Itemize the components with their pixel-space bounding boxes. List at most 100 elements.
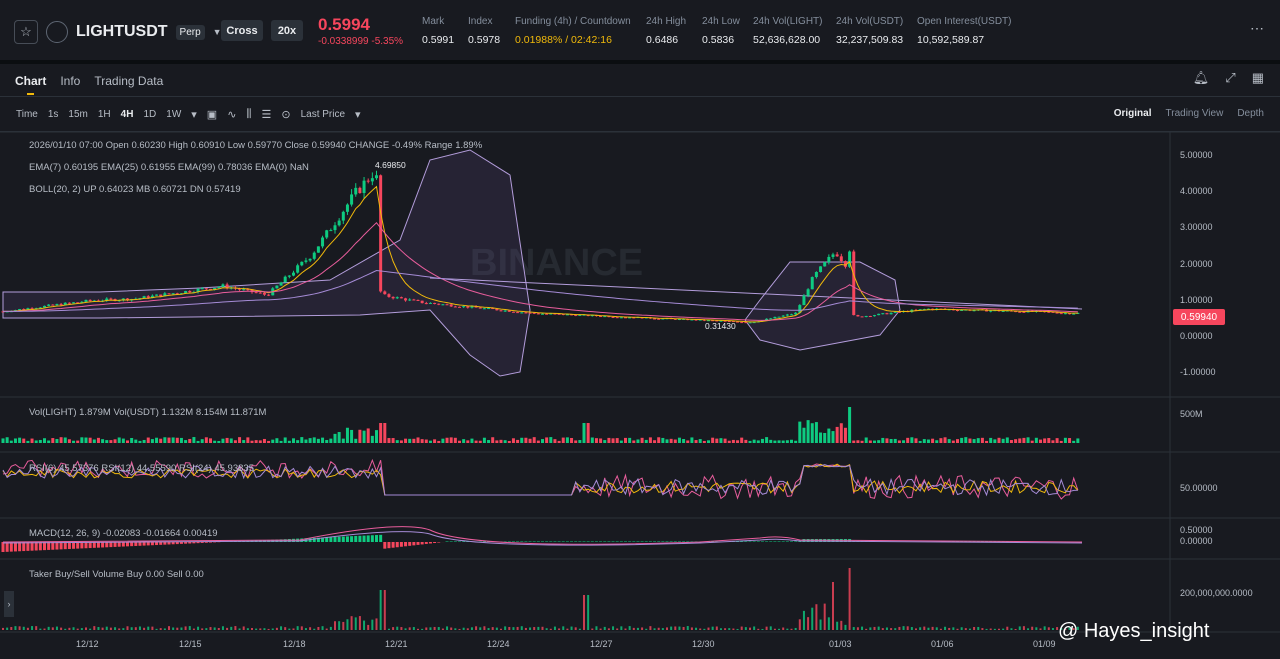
macd-histogram-bar bbox=[383, 542, 387, 549]
taker-volume-bar bbox=[782, 627, 785, 630]
macd-histogram-bar bbox=[453, 541, 457, 542]
macd-histogram-bar bbox=[329, 537, 333, 542]
taker-volume-bar bbox=[599, 628, 602, 630]
taker-volume-bar bbox=[221, 626, 224, 630]
candle-body bbox=[200, 288, 204, 290]
taker-volume-bar bbox=[1022, 626, 1025, 630]
volume-bar bbox=[146, 437, 150, 443]
volume-bar bbox=[648, 437, 652, 443]
taker-volume-bar bbox=[1047, 627, 1050, 630]
volume-bar bbox=[404, 438, 408, 443]
volume-bar bbox=[117, 437, 121, 443]
volume-bar bbox=[931, 438, 935, 443]
volume-bar bbox=[1005, 437, 1009, 443]
candle-body bbox=[877, 313, 881, 316]
taker-volume-bar bbox=[209, 627, 212, 630]
taker-volume-bar bbox=[894, 628, 897, 630]
taker-volume-bar bbox=[101, 627, 104, 630]
taker-volume-bar bbox=[757, 628, 760, 630]
taker-volume-bar bbox=[180, 627, 183, 630]
volume-bar bbox=[428, 440, 432, 443]
candle-body bbox=[275, 285, 279, 289]
macd-histogram-bar bbox=[404, 542, 408, 547]
taker-volume-bar bbox=[869, 627, 872, 630]
candle-body bbox=[354, 187, 358, 195]
volume-bar bbox=[603, 440, 607, 443]
volume-bar bbox=[399, 440, 403, 443]
price-axis-label: 3.00000 bbox=[1180, 222, 1213, 232]
taker-volume-bar bbox=[441, 628, 444, 630]
macd-histogram-bar bbox=[482, 541, 486, 542]
volume-bar bbox=[698, 439, 702, 443]
taker-volume-bar bbox=[728, 628, 731, 630]
taker-volume-bar bbox=[649, 626, 652, 630]
macd-histogram-bar bbox=[387, 542, 391, 549]
taker-volume-bar bbox=[1018, 626, 1021, 630]
macd-histogram-bar bbox=[673, 541, 677, 542]
volume-bar bbox=[594, 438, 598, 443]
candle-body bbox=[790, 314, 793, 316]
expand-pane-arrow-icon[interactable]: › bbox=[4, 591, 14, 617]
ema-legend: EMA(7) 0.60195 EMA(25) 0.61955 EMA(99) 0… bbox=[29, 162, 309, 173]
volume-bar bbox=[798, 421, 802, 443]
taker-volume-bar bbox=[628, 626, 631, 630]
taker-volume-bar bbox=[114, 627, 117, 630]
taker-volume-bar bbox=[620, 626, 623, 630]
candle-body bbox=[769, 318, 773, 320]
candle-body bbox=[437, 303, 441, 305]
taker-volume-bar bbox=[653, 628, 656, 630]
taker-volume-bar bbox=[267, 628, 270, 630]
rsi-legend: RSI(6) 45.57376 RSI(12) 44.55590 RSI(24)… bbox=[29, 463, 254, 474]
taker-volume-bar bbox=[400, 627, 403, 630]
volume-bar bbox=[802, 427, 806, 443]
time-axis-label: 12/30 bbox=[692, 639, 715, 649]
taker-volume-bar bbox=[317, 626, 320, 630]
candle-body bbox=[773, 316, 777, 319]
taker-volume-bar bbox=[230, 626, 233, 630]
candle-body bbox=[545, 313, 549, 315]
taker-volume-bar bbox=[873, 626, 876, 630]
candle-body bbox=[1059, 313, 1063, 315]
candle-body bbox=[503, 310, 507, 312]
volume-bar bbox=[926, 439, 930, 443]
candle-body bbox=[657, 318, 661, 320]
taker-volume-bar bbox=[500, 628, 502, 630]
candle-body bbox=[399, 297, 403, 299]
taker-volume-bar bbox=[985, 628, 988, 630]
volume-bar bbox=[67, 439, 71, 443]
macd-histogram-bar bbox=[769, 541, 773, 542]
low-marker: 0.31430 bbox=[705, 321, 736, 331]
volume-bar bbox=[964, 437, 968, 443]
taker-volume-bar bbox=[699, 628, 702, 630]
volume-bar bbox=[719, 438, 723, 443]
volume-bar bbox=[171, 437, 175, 443]
macd-histogram-bar bbox=[416, 542, 420, 545]
price-chart[interactable]: BINANCE 4.69850 0.31430 bbox=[0, 0, 1280, 659]
candle-body bbox=[292, 272, 295, 276]
candle-body bbox=[362, 180, 366, 194]
volume-bar bbox=[408, 438, 412, 443]
volume-bar bbox=[34, 440, 38, 443]
taker-volume-bar bbox=[724, 628, 727, 630]
volume-bar bbox=[341, 438, 345, 443]
price-axis-label: 5.00000 bbox=[1180, 150, 1213, 160]
volume-bar bbox=[345, 427, 349, 443]
volume-bar bbox=[1063, 437, 1067, 443]
taker-volume-bar bbox=[421, 628, 424, 630]
taker-volume-bar bbox=[807, 617, 810, 630]
candle-body bbox=[420, 300, 424, 304]
macd-histogram-bar bbox=[615, 541, 619, 542]
taker-volume-bar bbox=[529, 627, 532, 630]
candle-body bbox=[167, 293, 171, 295]
taker-volume-bar bbox=[346, 619, 349, 630]
volume-bar bbox=[138, 440, 142, 443]
macd-histogram-bar bbox=[557, 541, 561, 542]
candle-body bbox=[341, 211, 345, 221]
taker-volume-bar bbox=[47, 626, 50, 630]
taker-volume-bar bbox=[251, 627, 253, 630]
volume-bar bbox=[370, 435, 374, 443]
taker-volume-bar bbox=[338, 621, 341, 630]
taker-volume-bar bbox=[22, 626, 25, 630]
volume-bar bbox=[827, 428, 831, 443]
taker-volume-bar bbox=[122, 628, 125, 630]
